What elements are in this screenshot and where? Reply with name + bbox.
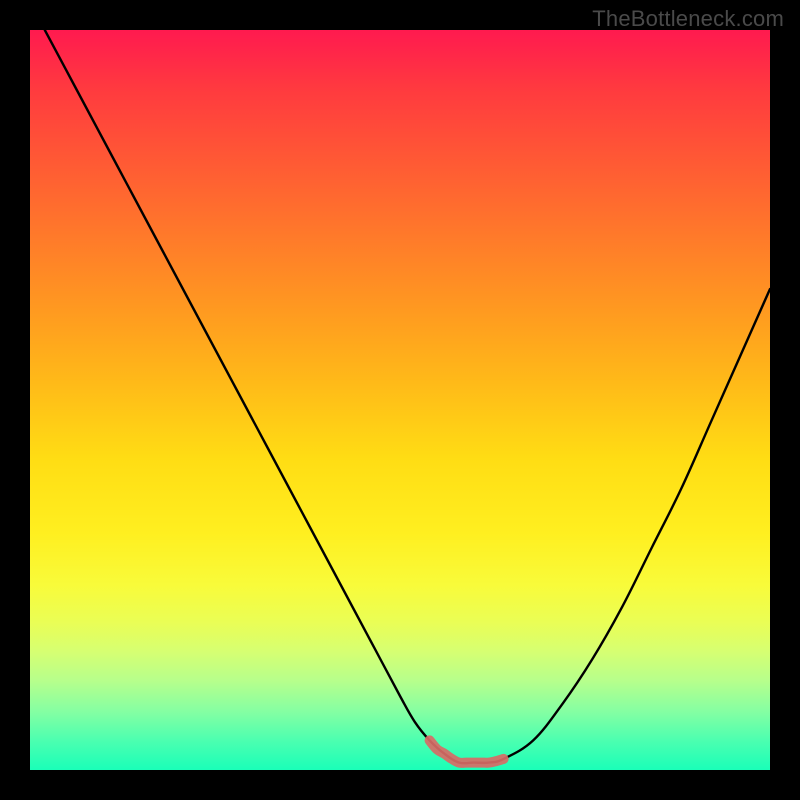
chart-stage: TheBottleneck.com (0, 0, 800, 800)
chart-svg (30, 30, 770, 770)
optimal-range-accent (430, 740, 504, 762)
watermark-text: TheBottleneck.com (592, 6, 784, 32)
bottleneck-curve (45, 30, 770, 763)
plot-area (30, 30, 770, 770)
